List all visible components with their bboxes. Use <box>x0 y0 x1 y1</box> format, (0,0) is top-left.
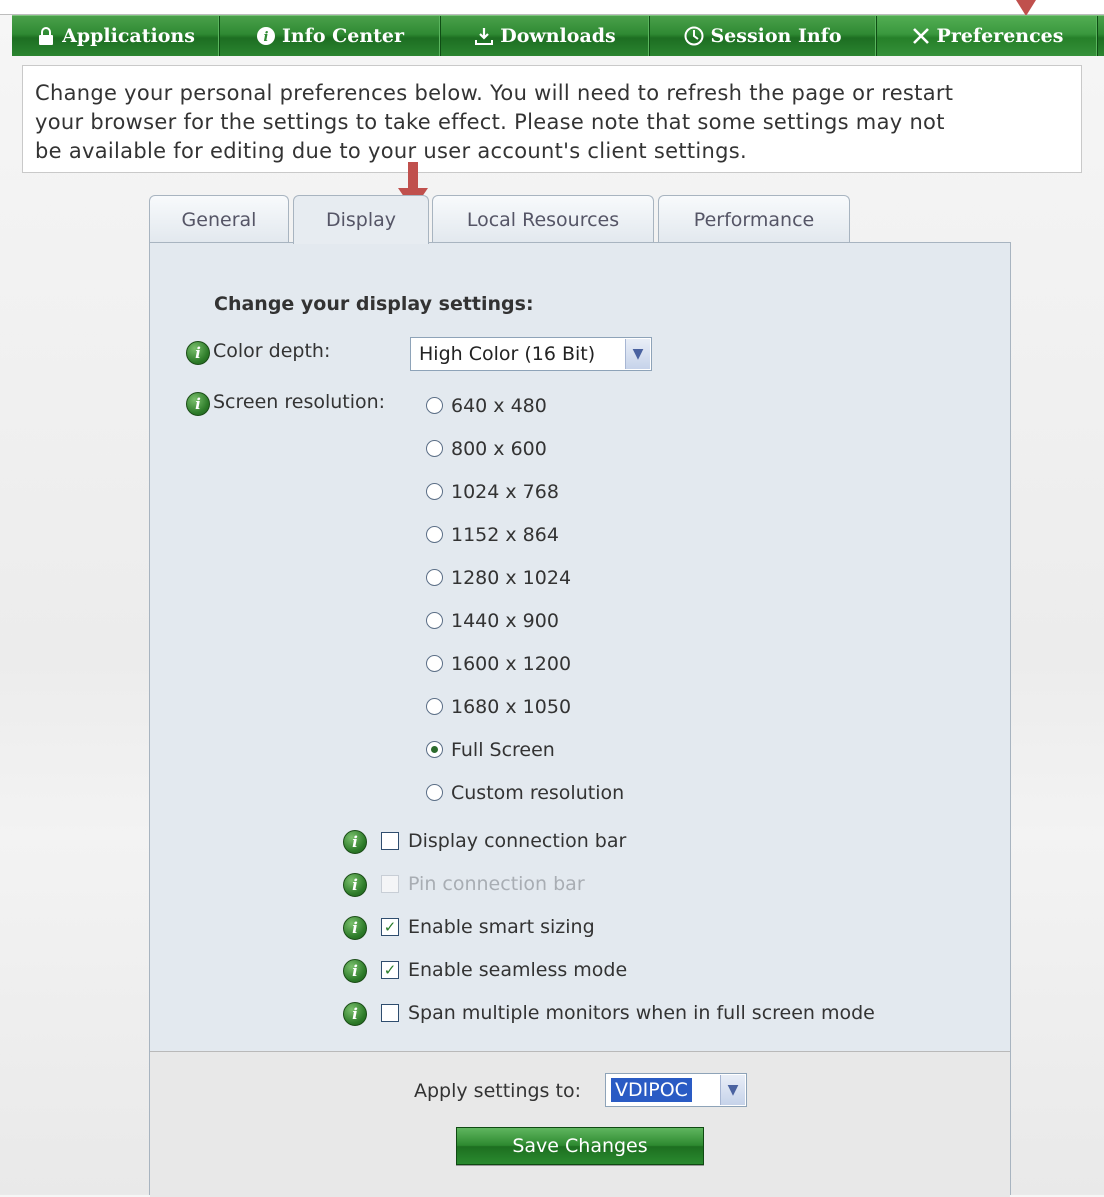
color-depth-value: High Color (16 Bit) <box>419 343 596 365</box>
display-connection-bar-checkbox[interactable] <box>381 832 399 850</box>
nav-applications-label: Applications <box>62 25 195 47</box>
save-changes-button[interactable]: Save Changes <box>456 1127 704 1165</box>
tools-icon <box>911 26 931 46</box>
pin-connection-bar-checkbox <box>381 875 399 893</box>
info-icon[interactable]: i <box>343 1002 367 1026</box>
resolution-radio-1440x900[interactable] <box>426 612 443 629</box>
resolution-label: 1152 x 864 <box>451 524 559 546</box>
resolution-label: Full Screen <box>451 739 555 761</box>
apply-settings-value: VDIPOC <box>611 1078 692 1102</box>
resolution-radio-1600x1200[interactable] <box>426 655 443 672</box>
info-icon[interactable]: i <box>343 916 367 940</box>
display-heading: Change your display settings: <box>214 293 534 315</box>
resolution-radio-800x600[interactable] <box>426 440 443 457</box>
resolution-radio-1680x1050[interactable] <box>426 698 443 715</box>
nav-downloads-label: Downloads <box>500 25 616 47</box>
seamless-mode-checkbox[interactable]: ✓ <box>381 961 399 979</box>
info-icon[interactable]: i <box>343 830 367 854</box>
intro-line-3: be available for editing due to your use… <box>35 139 747 163</box>
info-icon[interactable]: i <box>186 392 210 416</box>
tab-strip: General Display Local Resources Performa… <box>149 195 850 244</box>
resolution-radio-1024x768[interactable] <box>426 483 443 500</box>
chevron-down-icon[interactable]: ▼ <box>625 339 650 369</box>
resolution-radio-full-screen[interactable] <box>426 741 443 758</box>
download-icon <box>474 26 494 46</box>
display-settings-panel: Change your display settings: i Color de… <box>149 242 1011 1197</box>
chevron-down-icon[interactable]: ▼ <box>720 1075 745 1105</box>
main-nav: Applications i Info Center Downloads Ses… <box>12 15 1104 56</box>
color-depth-label: Color depth: <box>213 340 331 362</box>
nav-info-center[interactable]: i Info Center <box>220 16 441 56</box>
resolution-radio-1280x1024[interactable] <box>426 569 443 586</box>
tab-general[interactable]: General <box>149 195 289 243</box>
nav-preferences[interactable]: Preferences <box>877 16 1098 56</box>
nav-applications[interactable]: Applications <box>12 16 220 56</box>
tab-local-resources[interactable]: Local Resources <box>432 195 654 243</box>
resolution-label: Custom resolution <box>451 782 625 804</box>
tab-performance-label: Performance <box>693 208 815 231</box>
apply-settings-label: Apply settings to: <box>414 1080 581 1102</box>
option-label: Span multiple monitors when in full scre… <box>408 1002 875 1024</box>
info-icon[interactable]: i <box>343 959 367 983</box>
info-icon[interactable]: i <box>186 341 210 365</box>
tab-general-label: General <box>181 208 257 231</box>
resolution-radio-custom[interactable] <box>426 784 443 801</box>
info-icon[interactable]: i <box>343 873 367 897</box>
tab-display[interactable]: Display <box>293 195 429 244</box>
nav-session-info-label: Session Info <box>710 25 842 47</box>
session-icon <box>684 26 704 46</box>
nav-session-info[interactable]: Session Info <box>650 16 877 56</box>
intro-line-2: your browser for the settings to take ef… <box>35 110 945 134</box>
info-icon: i <box>256 26 276 46</box>
smart-sizing-checkbox[interactable]: ✓ <box>381 918 399 936</box>
resolution-radio-1152x864[interactable] <box>426 526 443 543</box>
nav-preferences-label: Preferences <box>936 25 1064 47</box>
tab-local-resources-label: Local Resources <box>466 208 620 231</box>
lock-icon <box>36 26 56 46</box>
resolution-label: 1024 x 768 <box>451 481 559 503</box>
resolution-label: 1280 x 1024 <box>451 567 572 589</box>
annotation-arrow-corner <box>1016 0 1036 16</box>
resolution-label: 1600 x 1200 <box>451 653 572 675</box>
screen-resolution-label: Screen resolution: <box>213 391 386 413</box>
resolution-label: 800 x 600 <box>451 438 547 460</box>
nav-info-center-label: Info Center <box>281 25 405 47</box>
resolution-radio-640x480[interactable] <box>426 397 443 414</box>
tab-display-label: Display <box>325 209 397 231</box>
apply-settings-select[interactable]: VDIPOC ▼ <box>605 1073 747 1107</box>
intro-line-1: Change your personal preferences below. … <box>35 81 954 105</box>
resolution-label: 1680 x 1050 <box>451 696 572 718</box>
panel-footer <box>150 1051 1010 1197</box>
intro-message: Change your personal preferences below. … <box>22 65 1082 173</box>
tab-performance[interactable]: Performance <box>658 195 850 243</box>
span-monitors-checkbox[interactable] <box>381 1004 399 1022</box>
svg-text:i: i <box>263 30 268 45</box>
option-label: Enable seamless mode <box>408 959 628 981</box>
option-label: Display connection bar <box>408 830 627 852</box>
option-label: Enable smart sizing <box>408 916 595 938</box>
resolution-label: 640 x 480 <box>451 395 547 417</box>
resolution-label: 1440 x 900 <box>451 610 559 632</box>
color-depth-select[interactable]: High Color (16 Bit) ▼ <box>410 337 652 371</box>
option-label: Pin connection bar <box>408 873 585 895</box>
top-border <box>0 0 1104 15</box>
nav-downloads[interactable]: Downloads <box>441 16 650 56</box>
